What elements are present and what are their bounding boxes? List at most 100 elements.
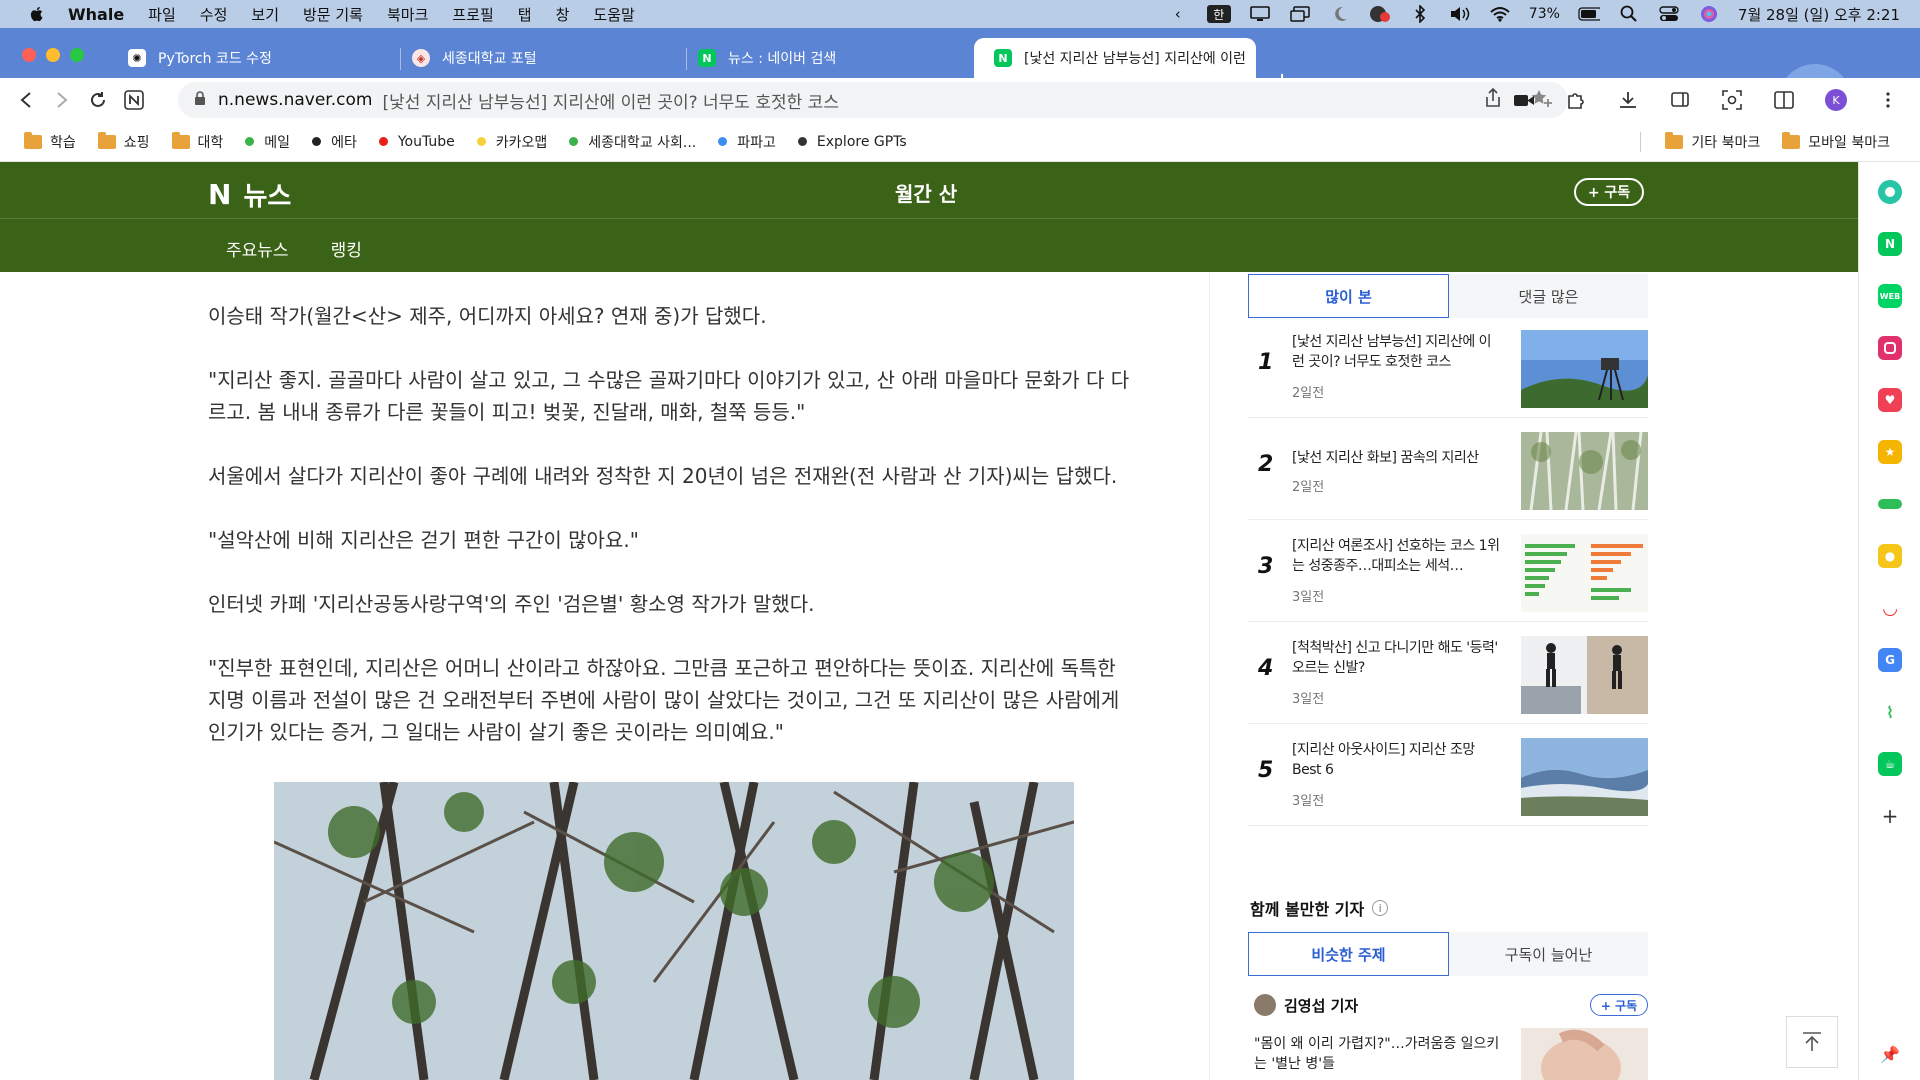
nav-ranking[interactable]: 랭킹	[331, 236, 362, 261]
recommended-article-thumbnail[interactable]	[1521, 1028, 1648, 1080]
bookmark-folder-university[interactable]: 대학	[171, 131, 223, 152]
pin-icon[interactable]: 📌	[1878, 1042, 1902, 1066]
bookmark-mail[interactable]: 메일	[245, 132, 290, 152]
rank-title[interactable]: [척척박산] 신고 다니기만 해도 '등력' 오르는 신발?	[1292, 638, 1502, 678]
menu-file[interactable]: 파일	[148, 4, 176, 25]
nav-main-news[interactable]: 주요뉴스	[226, 236, 289, 261]
reporter-subscribe-button[interactable]: + 구독	[1590, 994, 1648, 1016]
volume-icon[interactable]	[1449, 5, 1471, 23]
menu-window[interactable]: 창	[556, 4, 570, 25]
tab-sejong-portal[interactable]: ◈ 세종대학교 포털	[392, 38, 682, 78]
bookmark-sejong-society[interactable]: 세종대학교 사회...	[569, 132, 696, 152]
smile-icon[interactable]: ◡	[1878, 596, 1902, 620]
bookmark-folder-study[interactable]: 학습	[24, 131, 76, 152]
record-icon[interactable]	[1369, 5, 1391, 23]
menu-tab[interactable]: 탭	[518, 4, 532, 25]
extensions-puzzle-icon[interactable]	[1558, 84, 1594, 116]
video-camera-icon[interactable]	[1506, 84, 1542, 116]
wallet-icon[interactable]	[1878, 499, 1902, 509]
rank-thumbnail[interactable]	[1521, 432, 1648, 510]
rank-thumbnail[interactable]	[1521, 330, 1648, 408]
display-icon[interactable]	[1249, 5, 1271, 23]
bookmark-folder-mobile[interactable]: 모바일 북마크	[1782, 132, 1890, 152]
menu-history[interactable]: 방문 기록	[303, 4, 363, 25]
download-icon[interactable]	[1610, 84, 1646, 116]
add-icon[interactable]: +	[1878, 804, 1902, 828]
lock-icon[interactable]	[194, 90, 206, 111]
tab-growing-subscriptions[interactable]: 구독이 늘어난	[1449, 932, 1648, 976]
ranking-item[interactable]: 5 [지리산 아웃사이드] 지리산 조망 Best 6 3일전	[1248, 730, 1648, 826]
menu-view[interactable]: 보기	[251, 4, 279, 25]
naver-icon[interactable]: N	[1878, 232, 1902, 256]
reload-button[interactable]	[80, 84, 116, 116]
naver-home-button[interactable]	[116, 84, 152, 116]
translate-icon[interactable]: G	[1878, 648, 1902, 672]
ranking-item[interactable]: 3 [지리산 여론조사] 선호하는 코스 1위는 성중종주…대피소는 세석… 3…	[1248, 526, 1648, 622]
address-bar[interactable]: n.news.naver.com [낯선 지리산 남부능선] 지리산에 이런 곳…	[178, 82, 1568, 118]
menubar-clock[interactable]: 7월 28일 (일) 오후 2:21	[1738, 4, 1900, 25]
tab-active-article[interactable]: N [낯선 지리산 남부능선] 지리산에 이런	[974, 38, 1256, 78]
screen-capture-icon[interactable]	[1714, 84, 1750, 116]
tab-pytorch[interactable]: ✺ PyTorch 코드 수정	[108, 38, 398, 78]
rank-thumbnail[interactable]	[1521, 534, 1648, 612]
bluetooth-icon[interactable]	[1409, 5, 1431, 23]
window-zoom-button[interactable]	[70, 48, 84, 62]
forward-button[interactable]	[44, 84, 80, 116]
control-center-icon[interactable]	[1658, 5, 1680, 23]
tab-similar-topic[interactable]: 비슷한 주제	[1248, 932, 1449, 976]
subscribe-button[interactable]: + 구독	[1574, 178, 1644, 206]
tab-most-commented[interactable]: 댓글 많은	[1449, 274, 1648, 318]
ranking-item[interactable]: 4 [척척박산] 신고 다니기만 해도 '등력' 오르는 신발? 3일전	[1248, 628, 1648, 724]
bookmark-youtube[interactable]: YouTube	[378, 134, 455, 150]
window-close-button[interactable]	[22, 48, 36, 62]
info-icon[interactable]: i	[1372, 900, 1389, 916]
bookmark-kakaomap[interactable]: 카카오맵	[476, 132, 547, 152]
bookmark-folder-shopping[interactable]: 쇼핑	[97, 131, 150, 152]
rank-thumbnail[interactable]	[1521, 636, 1648, 714]
more-menu-icon[interactable]	[1870, 84, 1906, 116]
instagram-icon[interactable]	[1878, 336, 1902, 360]
apple-icon[interactable]	[28, 5, 46, 23]
rank-title[interactable]: [지리산 아웃사이드] 지리산 조망 Best 6	[1292, 740, 1502, 780]
press-name[interactable]: 월간 산	[895, 178, 957, 207]
rank-title[interactable]: [낯선 지리산 화보] 꿈속의 지리산	[1292, 448, 1502, 468]
rank-title[interactable]: [낯선 지리산 남부능선] 지리산에 이런 곳이? 너무도 호젓한 코스	[1292, 332, 1502, 372]
star-icon[interactable]: ★	[1878, 440, 1902, 464]
wifi-icon[interactable]	[1489, 5, 1511, 23]
rank-thumbnail[interactable]	[1521, 738, 1648, 816]
menu-profile[interactable]: 프로필	[452, 4, 493, 25]
window-minimize-button[interactable]	[46, 48, 60, 62]
split-view-icon[interactable]	[1766, 84, 1802, 116]
mobile-window-icon[interactable]	[1662, 84, 1698, 116]
pocket-icon[interactable]: ♥	[1878, 388, 1902, 412]
naver-news-logo[interactable]: N 뉴스	[208, 176, 291, 213]
siri-icon[interactable]	[1698, 5, 1720, 23]
ranking-item[interactable]: 1 [낯선 지리산 남부능선] 지리산에 이런 곳이? 너무도 호젓한 코스 2…	[1248, 322, 1648, 418]
chevron-left-icon[interactable]: ‹	[1167, 5, 1189, 23]
reporter-name[interactable]: 김영섭 기자	[1254, 994, 1358, 1016]
bookmark-papago[interactable]: 파파고	[718, 132, 776, 152]
bookmark-everytime[interactable]: 에타	[312, 132, 357, 152]
menu-bookmarks[interactable]: 북마크	[387, 4, 428, 25]
share-icon[interactable]	[1484, 87, 1502, 113]
spotlight-search-icon[interactable]	[1618, 5, 1640, 23]
menu-edit[interactable]: 수정	[200, 4, 228, 25]
back-button[interactable]	[8, 84, 44, 116]
scroll-to-top-button[interactable]	[1786, 1016, 1838, 1068]
moon-icon[interactable]	[1329, 5, 1351, 23]
map-pin-icon[interactable]: ●	[1878, 544, 1902, 568]
naver-cafe-icon[interactable]: ☕	[1878, 752, 1902, 776]
tab-naver-search[interactable]: N 뉴스 : 네이버 검색	[678, 38, 968, 78]
menu-help[interactable]: 도움말	[593, 4, 634, 25]
bookmark-folder-other[interactable]: 기타 북마크	[1665, 132, 1760, 152]
profile-avatar[interactable]: K	[1818, 84, 1854, 116]
rank-title[interactable]: [지리산 여론조사] 선호하는 코스 1위는 성중종주…대피소는 세석…	[1292, 536, 1502, 576]
tab-most-viewed[interactable]: 많이 본	[1248, 274, 1449, 318]
battery-icon[interactable]	[1578, 5, 1600, 23]
bookmark-explore-gpts[interactable]: Explore GPTs	[797, 134, 907, 150]
recommended-article-title[interactable]: "몸이 왜 이리 가렵지?"…가려움증 일으키는 '별난 병'들	[1254, 1034, 1504, 1074]
whale-green-icon[interactable]	[1878, 180, 1902, 204]
webtoon-icon[interactable]: WEB	[1878, 284, 1902, 308]
ranking-item[interactable]: 2 [낯선 지리산 화보] 꿈속의 지리산 2일전	[1248, 424, 1648, 520]
input-source-indicator[interactable]: 한	[1206, 5, 1231, 23]
